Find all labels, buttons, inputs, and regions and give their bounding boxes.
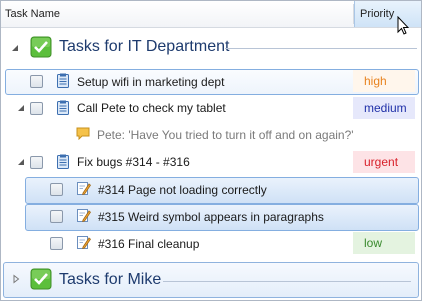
pencil-note-icon — [77, 236, 91, 250]
group-divider — [163, 281, 411, 282]
column-header: Task Name Priority — [1, 1, 421, 35]
group-check-icon — [30, 36, 52, 58]
group-title: Tasks for Mike — [59, 271, 162, 288]
task-label[interactable]: Fix bugs #314 - #316 — [77, 155, 190, 169]
comment-icon — [76, 127, 90, 140]
clipboard-icon — [57, 73, 69, 88]
priority-badge-high: high — [353, 70, 415, 92]
collapse-arrow-icon[interactable] — [16, 103, 26, 113]
group-check-icon — [30, 268, 52, 290]
task-checkbox[interactable] — [50, 210, 63, 223]
clipboard-icon — [57, 154, 69, 169]
group-title: Tasks for IT Department — [59, 38, 230, 55]
task-checkbox[interactable] — [50, 237, 63, 250]
pencil-note-icon — [77, 209, 91, 223]
header-priority[interactable]: Priority — [354, 1, 421, 27]
comment-text: Pete: 'Have You tried to turn it off and… — [97, 128, 354, 142]
clipboard-icon — [57, 100, 69, 115]
task-checkbox[interactable] — [30, 102, 43, 115]
task-grid: Task Name Priority Tasks for IT Departme… — [0, 0, 422, 301]
priority-badge-low: low — [353, 232, 415, 254]
collapse-arrow-icon[interactable] — [10, 43, 20, 53]
group-divider — [225, 48, 417, 49]
task-checkbox[interactable] — [30, 75, 43, 88]
collapse-arrow-icon[interactable] — [16, 157, 26, 167]
sort-cursor-icon — [397, 16, 409, 35]
task-label: #315 Weird symbol appears in paragraphs — [98, 210, 324, 224]
task-label: Setup wifi in marketing dept — [77, 75, 225, 89]
task-checkbox[interactable] — [50, 183, 63, 196]
priority-badge-medium: medium — [353, 97, 415, 119]
pencil-note-icon — [77, 182, 91, 196]
header-task-name[interactable]: Task Name — [5, 1, 351, 27]
group-row-it[interactable]: Tasks for IT Department — [1, 35, 421, 61]
priority-badge-urgent: urgent — [353, 151, 415, 173]
expand-arrow-icon[interactable] — [11, 274, 21, 284]
task-label[interactable]: #316 Final cleanup — [98, 237, 199, 251]
task-checkbox[interactable] — [30, 156, 43, 169]
header-priority-label: Priority — [360, 8, 395, 20]
task-label[interactable]: Call Pete to check my tablet — [77, 101, 226, 115]
task-label: #314 Page not loading correctly — [98, 183, 267, 197]
